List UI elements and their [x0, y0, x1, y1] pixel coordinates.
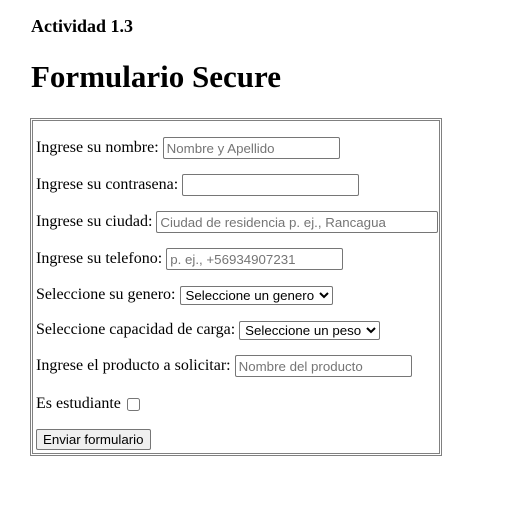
carga-row: Seleccione capacidad de carga: Seleccion… — [36, 318, 381, 342]
ciudad-row: Ingrese su ciudad: — [36, 210, 439, 234]
telefono-input[interactable] — [166, 248, 344, 270]
estudiante-label: Es estudiante — [36, 395, 121, 412]
ciudad-input[interactable] — [156, 211, 439, 233]
carga-label: Seleccione capacidad de carga: — [36, 321, 236, 338]
producto-input[interactable] — [234, 355, 412, 377]
telefono-label: Ingrese su telefono: — [36, 250, 163, 267]
genero-label: Seleccione su genero: — [36, 286, 176, 303]
page-title: Formulario Secure — [31, 59, 281, 94]
genero-select[interactable]: Seleccione un genero — [179, 285, 333, 305]
nombre-input[interactable] — [162, 137, 340, 159]
contrasena-input[interactable] — [182, 174, 360, 196]
producto-row: Ingrese el producto a solicitar: — [36, 354, 412, 378]
nombre-label: Ingrese su nombre: — [36, 139, 159, 156]
submit-button[interactable]: Enviar formulario — [36, 428, 151, 450]
submit-row: Enviar formulario — [36, 427, 151, 451]
estudiante-checkbox[interactable] — [126, 397, 140, 411]
carga-select[interactable]: Seleccione un peso — [239, 320, 381, 340]
contrasena-row: Ingrese su contrasena: — [36, 173, 360, 197]
producto-label: Ingrese el producto a solicitar: — [36, 357, 231, 374]
estudiante-row: Es estudiante — [36, 392, 140, 416]
nombre-row: Ingrese su nombre: — [36, 136, 340, 160]
activity-heading: Actividad 1.3 — [31, 16, 134, 36]
contrasena-label: Ingrese su contrasena: — [36, 176, 179, 193]
genero-row: Seleccione su genero: Seleccione un gene… — [36, 283, 333, 307]
form-table: Ingrese su nombre: Ingrese su contrasena… — [30, 118, 442, 456]
ciudad-label: Ingrese su ciudad: — [36, 213, 153, 230]
telefono-row: Ingrese su telefono: — [36, 247, 344, 271]
